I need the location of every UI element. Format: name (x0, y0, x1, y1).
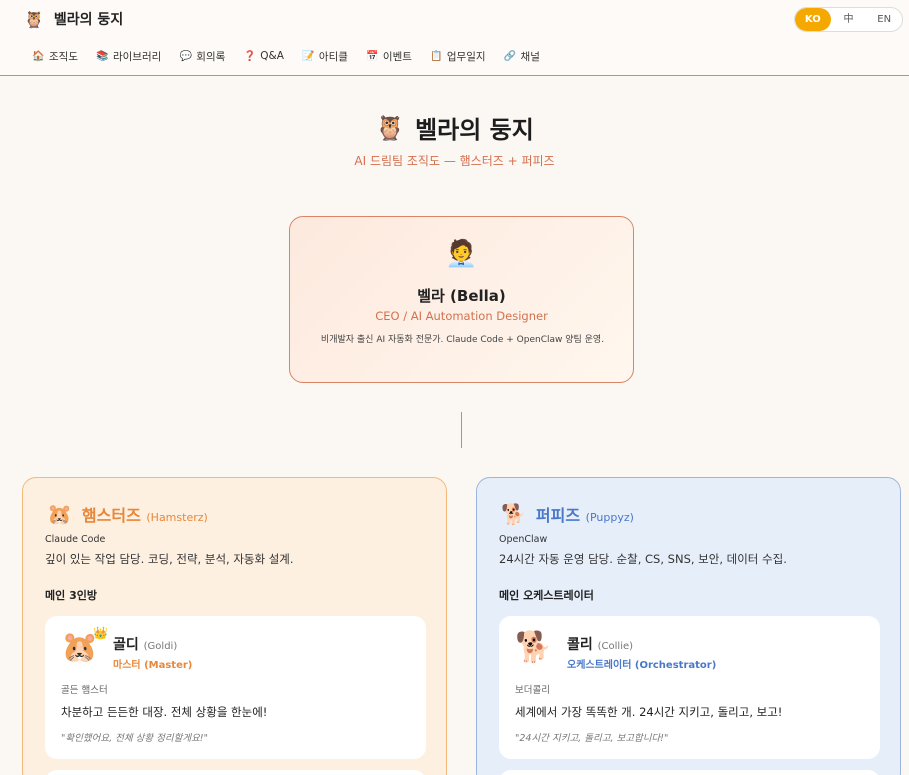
team-section-title: 메인 오케스트레이터 (499, 589, 594, 602)
lang-zh-button[interactable]: 中 (831, 8, 867, 31)
team-header: 🐕 퍼피즈 (Puppyz) (501, 502, 634, 526)
team-tool: OpenClaw (499, 534, 548, 545)
brand-title: 벨라의 둥지 (53, 12, 124, 28)
ceo-description: 비개발자 출신 AI 자동화 전문가. Claude Code + OpenCl… (320, 335, 605, 345)
ceo-card[interactable]: 🧑‍💼 벨라 (Bella) CEO / AI Automation Desig… (289, 216, 634, 383)
nav-label: 라이브러리 (112, 50, 162, 63)
nav-item-articles[interactable]: 📝 아티클 (302, 49, 348, 64)
nav-item-org-chart[interactable]: 🏠 조직도 (32, 49, 78, 64)
member-name: 골디 (Goldi) (113, 634, 177, 654)
nav-item-minutes[interactable]: 💬 회의록 (179, 49, 226, 64)
member-name-en: (Goldi) (143, 641, 178, 652)
nav-item-library[interactable]: 📚 라이브러리 (96, 49, 161, 64)
member-name-en: (Collie) (597, 641, 634, 652)
ceo-role: CEO / AI Automation Designer (375, 309, 548, 323)
nav-label: 아티클 (318, 50, 348, 63)
member-card-next[interactable] (499, 770, 880, 775)
top-header: 🦉 벨라의 둥지 KO 中 EN 🏠 조직도 📚 라이브러리 💬 회의록 ❓ Q… (0, 0, 909, 76)
page-subtitle: AI 드림팀 조직도 — 햄스터즈 + 퍼피즈 (354, 154, 555, 168)
speech-bubble-icon: 💬 (179, 50, 193, 62)
lang-en-button[interactable]: EN (866, 8, 902, 31)
dog-avatar-icon: 🐕 (515, 630, 553, 665)
nav-label: 채널 (520, 50, 540, 63)
team-name-en: (Hamsterz) (146, 511, 208, 524)
nav-label: 조직도 (49, 50, 78, 63)
clipboard-icon: 📋 (430, 50, 443, 62)
member-role: 마스터 (Master) (113, 660, 193, 671)
nav-item-events[interactable]: 📅 이벤트 (366, 49, 412, 64)
house-icon: 🏠 (32, 50, 45, 62)
memo-icon: 📝 (302, 50, 315, 62)
question-mark-icon: ❓ (243, 50, 256, 62)
nav-label: 이벤트 (382, 50, 412, 63)
member-description: 세계에서 가장 똑똑한 개. 24시간 지키고, 돌리고, 보고! (515, 705, 783, 719)
member-quote: "확인했어요, 전체 상황 정리할게요!" (61, 733, 208, 744)
team-name-ko: 퍼피즈 (535, 506, 581, 525)
team-name-ko: 햄스터즈 (81, 506, 141, 525)
member-description: 차분하고 든든한 대장. 전체 상황을 한눈에! (61, 705, 268, 719)
owl-with-goggles-icon: 🦉 (375, 113, 406, 142)
team-header: 🐹 햄스터즈 (Hamsterz) (47, 502, 208, 526)
member-card-goldi[interactable]: 🐹 👑 골디 (Goldi) 마스터 (Master) 골든 햄스터 차분하고 … (45, 616, 426, 759)
nav-item-work-log[interactable]: 📋 업무일지 (430, 49, 486, 64)
dog-icon: 🐕 (501, 502, 526, 526)
language-switcher: KO 中 EN (794, 7, 903, 32)
member-name-ko: 골디 (113, 637, 139, 653)
books-icon: 📚 (96, 50, 109, 62)
team-description: 24시간 자동 운영 담당. 순찰, CS, SNS, 보안, 데이터 수집. (499, 552, 787, 566)
member-card-next[interactable] (45, 770, 426, 775)
page-title-text: 벨라의 둥지 (415, 116, 534, 144)
nav-label: 회의록 (196, 50, 226, 63)
crown-icon: 👑 (93, 626, 108, 640)
brand[interactable]: 🦉 벨라의 둥지 (24, 8, 123, 30)
nav-item-qna[interactable]: ❓ Q&A (243, 50, 284, 62)
link-icon: 🔗 (503, 50, 517, 62)
calendar-icon: 📅 (366, 50, 379, 62)
nav-label: 업무일지 (446, 50, 486, 63)
team-description: 깊이 있는 작업 담당. 코딩, 전략, 분석, 자동화 설계. (45, 552, 294, 566)
ceo-name: 벨라 (Bella) (417, 287, 506, 305)
nav-item-channels[interactable]: 🔗 채널 (504, 49, 540, 64)
team-name: 햄스터즈 (Hamsterz) (82, 502, 208, 526)
hamster-icon: 🐹 (47, 502, 72, 526)
lang-ko-button[interactable]: KO (795, 8, 831, 31)
team-panel-puppyz: 🐕 퍼피즈 (Puppyz) OpenClaw 24시간 자동 운영 담당. 순… (476, 477, 901, 775)
team-panel-hamsterz: 🐹 햄스터즈 (Hamsterz) Claude Code 깊이 있는 작업 담… (22, 477, 447, 775)
team-section-title: 메인 3인방 (45, 589, 97, 602)
main-nav: 🏠 조직도 📚 라이브러리 💬 회의록 ❓ Q&A 📝 아티클 📅 이벤트 📋 … (32, 47, 540, 65)
team-name: 퍼피즈 (Puppyz) (536, 502, 634, 526)
member-name: 콜리 (Collie) (567, 634, 633, 654)
org-connector-line (461, 412, 462, 448)
businesswoman-icon: 🧑‍💼 (445, 239, 478, 269)
page-title: 🦉 벨라의 둥지 (0, 110, 909, 145)
member-role: 오케스트레이터 (Orchestrator) (567, 660, 717, 671)
member-card-collie[interactable]: 🐕 콜리 (Collie) 오케스트레이터 (Orchestrator) 보더콜… (499, 616, 880, 759)
member-breed: 골든 햄스터 (61, 685, 108, 696)
team-tool: Claude Code (45, 534, 106, 545)
member-name-ko: 콜리 (567, 637, 593, 653)
member-breed: 보더콜리 (515, 685, 550, 696)
team-name-en: (Puppyz) (585, 511, 634, 524)
nav-label: Q&A (260, 50, 284, 62)
owl-with-goggles-icon: 🦉 (24, 9, 44, 29)
member-quote: "24시간 지키고, 돌리고, 보고합니다!" (515, 733, 669, 744)
